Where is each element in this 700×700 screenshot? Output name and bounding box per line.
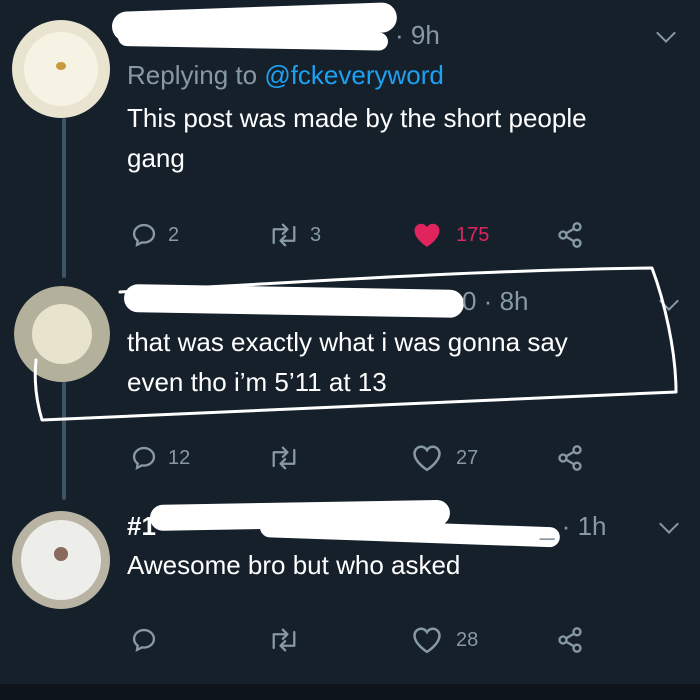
share-icon bbox=[558, 627, 582, 653]
tweet-3[interactable]: #1 _ · 1h Awesome bro but who asked 28 bbox=[0, 485, 700, 685]
like-button[interactable]: 27 bbox=[412, 438, 478, 478]
redacted-username bbox=[123, 284, 465, 318]
reply-button[interactable] bbox=[130, 620, 158, 660]
retweet-button[interactable]: 3 bbox=[268, 215, 321, 255]
retweet-button[interactable] bbox=[268, 620, 300, 660]
like-button[interactable]: 28 bbox=[412, 620, 478, 660]
like-count: 175 bbox=[456, 223, 490, 246]
tweet-text: This post was made by the short people g… bbox=[127, 98, 687, 178]
share-button[interactable] bbox=[556, 620, 584, 660]
reply-icon bbox=[132, 628, 156, 653]
share-button[interactable] bbox=[556, 215, 584, 255]
reply-count: 12 bbox=[168, 446, 191, 469]
like-button[interactable]: 175 bbox=[412, 215, 489, 255]
chevron-down-icon[interactable] bbox=[656, 23, 676, 43]
avatar[interactable] bbox=[12, 20, 110, 118]
retweet-icon bbox=[272, 223, 296, 247]
tweet-text-line: that was exactly what i was gonna say bbox=[127, 327, 568, 357]
retweet-icon bbox=[272, 628, 296, 652]
reply-handle-link[interactable]: @fckeveryword bbox=[264, 60, 444, 90]
like-icon bbox=[413, 627, 441, 654]
tweet-1[interactable]: · 9h Replying to @fckeveryword This post… bbox=[0, 0, 700, 270]
tweet-actions: 2 3 175 bbox=[0, 215, 700, 255]
tweet-text: Awesome bro but who asked bbox=[127, 545, 667, 585]
redacted-username bbox=[259, 517, 561, 548]
reply-button[interactable]: 12 bbox=[130, 438, 190, 478]
share-icon bbox=[558, 222, 582, 248]
tweet-text-line: This post was made by the short people bbox=[127, 103, 587, 133]
tweet-time: · 9h bbox=[395, 20, 440, 50]
retweet-count: 3 bbox=[310, 223, 322, 246]
reply-icon bbox=[132, 446, 156, 471]
replying-to: Replying to @fckeveryword bbox=[127, 60, 444, 91]
tweet-actions: 28 bbox=[0, 620, 700, 660]
reply-icon bbox=[132, 223, 156, 248]
tweet-text: that was exactly what i was gonna say ev… bbox=[127, 322, 667, 402]
tweet-time: 0 · 8h bbox=[462, 286, 529, 316]
tweet-actions: 12 27 bbox=[0, 438, 700, 478]
retweet-icon bbox=[272, 446, 296, 470]
chevron-down-icon[interactable] bbox=[659, 514, 679, 534]
share-icon bbox=[558, 445, 582, 471]
tweet-text-line: gang bbox=[127, 143, 185, 173]
replying-to-label: Replying to bbox=[127, 60, 258, 90]
chevron-down-icon[interactable] bbox=[659, 291, 679, 311]
share-button[interactable] bbox=[556, 438, 584, 478]
like-count: 28 bbox=[456, 628, 479, 651]
reply-count: 2 bbox=[168, 223, 180, 246]
tweet-text-line: even tho i’m 5’11 at 13 bbox=[127, 367, 387, 397]
tweet-time: _ · 1h bbox=[540, 511, 607, 541]
avatar[interactable] bbox=[14, 286, 110, 382]
redacted-username bbox=[117, 28, 389, 51]
bottom-edge bbox=[0, 684, 700, 700]
retweet-button[interactable] bbox=[268, 438, 300, 478]
like-icon bbox=[413, 445, 441, 472]
like-count: 27 bbox=[456, 446, 479, 469]
reply-button[interactable]: 2 bbox=[130, 215, 179, 255]
tweet-text-line: Awesome bro but who asked bbox=[127, 550, 461, 580]
tweet-2[interactable]: 0 · 8h that was exactly what i was gonna… bbox=[0, 270, 700, 485]
like-icon bbox=[414, 223, 440, 247]
avatar[interactable] bbox=[12, 511, 110, 609]
